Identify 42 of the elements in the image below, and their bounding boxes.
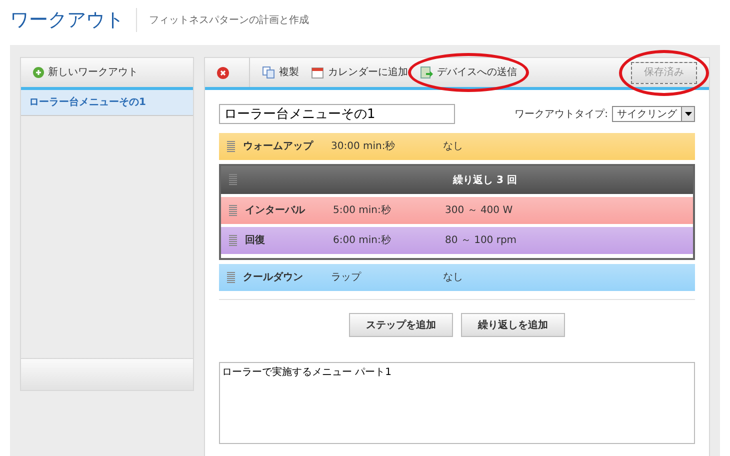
- toolbar-button[interactable]: 複製: [262, 65, 299, 80]
- step-name: 回復: [245, 234, 266, 248]
- repeat-header[interactable]: 繰り返し 3 回: [221, 166, 693, 194]
- page-subtitle: フィットネスパターンの計画と作成: [149, 14, 309, 28]
- drag-handle-icon[interactable]: [229, 204, 237, 216]
- step-target: なし: [443, 271, 463, 285]
- workout-type-label: ワークアウトタイプ:: [514, 108, 608, 122]
- drag-handle-icon[interactable]: [227, 272, 235, 284]
- toolbar-button[interactable]: デバイスへの送信: [420, 65, 517, 80]
- drag-handle-icon[interactable]: [227, 140, 235, 152]
- step-name: クールダウン: [243, 270, 304, 285]
- drag-handle-icon[interactable]: [229, 234, 237, 246]
- page-title: ワークアウト: [10, 8, 124, 33]
- step-duration: ラップ: [331, 270, 362, 285]
- calendar-icon: [311, 66, 324, 79]
- step-target: 300 ～ 400 W: [445, 204, 513, 218]
- copy-icon: [262, 66, 275, 79]
- notes-field[interactable]: ローラーで実施するメニュー パート1: [219, 362, 695, 444]
- workout-list-item[interactable]: ローラー台メニューその1: [21, 90, 193, 116]
- device-send-icon: [420, 66, 433, 79]
- workout-step[interactable]: ウォームアップ 30:00 min:秒 なし: [219, 133, 695, 160]
- delete-icon[interactable]: [217, 66, 229, 78]
- step-name: インターバル: [245, 204, 306, 218]
- add-button[interactable]: ステップを追加: [349, 313, 453, 337]
- workout-type-select[interactable]: サイクリング: [612, 106, 695, 122]
- new-workout-button[interactable]: 新しいワークアウト: [21, 58, 193, 90]
- repeat-count: 繰り返し 3 回: [452, 174, 518, 188]
- add-button[interactable]: 繰り返しを追加: [461, 313, 565, 337]
- step-target: 80 ～ 100 rpm: [445, 234, 517, 248]
- dropdown-arrow-icon: [684, 112, 692, 116]
- workout-name-field[interactable]: ローラー台メニューその1: [219, 104, 455, 124]
- step-target: なし: [443, 140, 463, 154]
- step-duration: 5:00 min:秒: [333, 204, 392, 218]
- drag-handle-icon[interactable]: [229, 174, 237, 186]
- toolbar-button[interactable]: カレンダーに追加: [311, 65, 408, 80]
- step-duration: 30:00 min:秒: [331, 140, 396, 154]
- step-duration: 6:00 min:秒: [333, 234, 392, 248]
- plus-icon: [33, 67, 44, 78]
- step-name: ウォームアップ: [243, 139, 314, 154]
- workout-step[interactable]: インターバル 5:00 min:秒 300 ～ 400 W: [221, 197, 693, 224]
- workout-step[interactable]: クールダウン ラップ なし: [219, 264, 695, 291]
- workout-step[interactable]: 回復 6:00 min:秒 80 ～ 100 rpm: [221, 227, 693, 254]
